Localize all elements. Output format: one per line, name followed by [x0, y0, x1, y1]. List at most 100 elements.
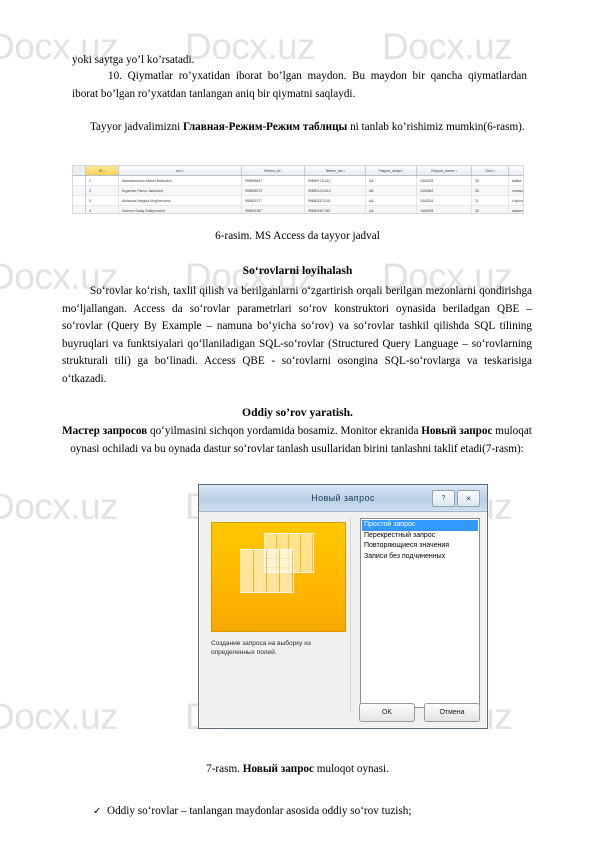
- table-cell[interactable]: 25: [471, 185, 509, 196]
- figure6-caption: 6-rasim. MS Access da tayyor jadval: [215, 230, 380, 242]
- table-cell[interactable]: muhandis: [508, 185, 523, 196]
- close-icon-glyph: ✕: [465, 495, 472, 503]
- table-cell[interactable]: Akbarova Nargiza Ulug'bekovna: [118, 195, 242, 206]
- preview-grid-front: [240, 549, 294, 593]
- chevron-down-icon[interactable]: ▾: [493, 169, 495, 173]
- bullet-list-item: ✓ Oddiy so‘rovlar – tanlangan maydonlar …: [93, 803, 533, 820]
- table-cell[interactable]: Karimov Sodiq Zokirjonovich: [118, 205, 242, 213]
- column-header-label: ism: [176, 168, 182, 173]
- table-cell[interactable]: o'qituvchi: [508, 195, 523, 206]
- tayyor-bold-term: Главная-Режим-Режим таблицы: [183, 121, 348, 133]
- table-cell[interactable]: 18: [471, 175, 509, 186]
- dialog-button-row: OK Отмена: [359, 703, 480, 722]
- column-header-label: Yosh: [485, 168, 493, 173]
- access-datasheet-table: ID ▾ ism ▾ Telefon_uli ▾ Telefon_fax ▾ P…: [73, 166, 523, 213]
- chevron-down-icon[interactable]: ▾: [343, 169, 345, 173]
- table-cell[interactable]: 998903307491: [304, 205, 366, 213]
- column-header-label: ID: [99, 168, 103, 173]
- master-mid-1: qo‘yilmasini sichqon yordamida bosamiz. …: [147, 425, 422, 437]
- chevron-down-icon[interactable]: ▾: [281, 169, 283, 173]
- table-cell[interactable]: 998903371241: [304, 195, 366, 206]
- watermark-text-6: Docx.uz: [0, 486, 119, 527]
- column-header-pasport-nomer[interactable]: Pasport_nomer ▾: [416, 166, 472, 176]
- column-header-label: Pasport_nomer: [431, 168, 455, 173]
- chevron-down-icon[interactable]: ▾: [455, 169, 457, 173]
- cancel-button-label: Отмена: [439, 709, 465, 716]
- table-cell[interactable]: 998902387: [241, 205, 305, 213]
- watermark-text-9: Docx.uz: [0, 696, 119, 737]
- chevron-down-icon[interactable]: ▾: [402, 169, 404, 173]
- tayyor-jadval-paragraph: Tayyor jadvalimizni Главная-Режим-Режим …: [62, 119, 527, 137]
- table-row[interactable]: 1 Abduraxmonov Alisher Botirovich 99890584…: [73, 175, 523, 186]
- master-zaprosov-term: Мастер запросов: [62, 425, 148, 437]
- query-type-option[interactable]: Перекрестный запрос: [362, 531, 478, 542]
- figure7-suffix: muloqot oynasi.: [313, 763, 389, 775]
- access-datasheet-body: 1 Abduraxmonov Alisher Botirovich 99890584…: [73, 175, 523, 213]
- column-header-id[interactable]: ID ▾: [85, 166, 119, 176]
- table-cell[interactable]: 2: [85, 185, 119, 196]
- ok-button-label: OK: [381, 709, 393, 716]
- cancel-button[interactable]: Отмена: [424, 703, 480, 722]
- table-cell[interactable]: 1: [85, 175, 119, 186]
- figure7-bold-term: Новый запрос: [242, 763, 314, 775]
- chevron-down-icon[interactable]: ▾: [103, 169, 105, 173]
- table-cell[interactable]: 1540028: [416, 205, 472, 213]
- row-selector-cell[interactable]: [73, 175, 86, 186]
- column-header-kasbi[interactable]: Kasbi ▾: [508, 166, 523, 176]
- column-header-label: Telefon_uli: [263, 168, 280, 173]
- table-cell[interactable]: Ergashev Farrux Jalolovich: [118, 185, 242, 196]
- query-type-listbox[interactable]: Простой запрос Перекрестный запрос Повторя…: [360, 518, 480, 708]
- chevron-down-icon[interactable]: ▾: [182, 169, 184, 173]
- help-icon[interactable]: ?: [432, 490, 455, 507]
- column-header-telefon-uli[interactable]: Telefon_uli ▾: [241, 166, 305, 176]
- table-cell[interactable]: 1540382: [416, 185, 472, 196]
- table-row[interactable]: 4 Karimov Sodiq Zokirjonovich 998902387 998…: [73, 205, 523, 213]
- dialog-preview-pane: Создание запроса на выборку из определен…: [206, 518, 351, 713]
- check-icon: ✓: [93, 806, 102, 817]
- query-preview-illustration: [211, 522, 346, 632]
- row-selector-cell[interactable]: [73, 195, 86, 206]
- table-cell[interactable]: Abduraxmonov Alisher Botirovich: [118, 175, 242, 186]
- ok-button[interactable]: OK: [359, 703, 415, 722]
- table-cell[interactable]: 1542034: [416, 195, 472, 206]
- column-header-pasport-seriya[interactable]: Pasport_seriya ▾: [365, 166, 417, 176]
- table-cell[interactable]: 4: [85, 205, 119, 213]
- bullet-text: Oddiy so‘rovlar – tanlangan maydonlar as…: [106, 805, 412, 817]
- new-query-dialog-screenshot: Новый запрос ? ✕ Создание запроса на выб…: [198, 484, 488, 729]
- row-selector-header: [73, 166, 86, 176]
- close-icon[interactable]: ✕: [457, 490, 480, 507]
- access-datasheet-screenshot: ID ▾ ism ▾ Telefon_uli ▾ Telefon_fax ▾ P…: [72, 165, 524, 214]
- column-header-telefon-fax[interactable]: Telefon_fax ▾: [304, 166, 366, 176]
- table-cell[interactable]: 998901212414: [304, 185, 366, 196]
- table-row[interactable]: 3 Akbarova Nargiza Ulug'bekovna 998902277 9…: [73, 195, 523, 206]
- table-cell[interactable]: 21: [471, 195, 509, 206]
- row-selector-cell[interactable]: [73, 185, 86, 196]
- table-cell[interactable]: 998905847: [241, 175, 305, 186]
- table-cell[interactable]: 998900711411: [304, 175, 366, 186]
- figure7-prefix: 7-rasm.: [206, 763, 243, 775]
- section-heading-design-queries: So‘rovlarni loyihalash: [242, 264, 353, 277]
- query-type-option[interactable]: Повторяющиеся значения: [362, 541, 478, 552]
- table-cell[interactable]: 3: [85, 195, 119, 206]
- table-cell[interactable]: 998902277: [241, 195, 305, 206]
- paragraph-query-design: So‘rovlar ko‘rish, taxlil qilish va beri…: [62, 285, 532, 385]
- column-header-label: Telefon_fax: [325, 168, 343, 173]
- table-row[interactable]: 2 Ergashev Farrux Jalolovich 998903572 9989…: [73, 185, 523, 196]
- row-selector-cell[interactable]: [73, 205, 86, 213]
- paragraph-continuation-line: yoki saytga yo’l ko’rsatadi.: [72, 54, 195, 66]
- table-cell[interactable]: AA: [365, 175, 417, 186]
- tayyor-prefix: Tayyor jadvalimizni: [90, 121, 184, 133]
- table-cell[interactable]: dasturchi: [508, 205, 523, 213]
- table-cell[interactable]: talaba: [508, 175, 523, 186]
- table-cell[interactable]: AA: [365, 195, 417, 206]
- table-cell[interactable]: 998903572: [241, 185, 305, 196]
- table-cell[interactable]: AB: [365, 185, 417, 196]
- table-cell[interactable]: 33: [471, 205, 509, 213]
- table-cell[interactable]: AA: [365, 205, 417, 213]
- list-item-10: 10. Qiymatlar ro’yxatidan iborat bo’lgan…: [72, 70, 527, 100]
- column-header-yosh[interactable]: Yosh ▾: [471, 166, 509, 176]
- query-type-option[interactable]: Записи без подчиненных: [362, 552, 478, 563]
- table-cell[interactable]: 1540028: [416, 175, 472, 186]
- column-header-ism[interactable]: ism ▾: [118, 166, 242, 176]
- query-type-option[interactable]: Простой запрос: [362, 520, 478, 531]
